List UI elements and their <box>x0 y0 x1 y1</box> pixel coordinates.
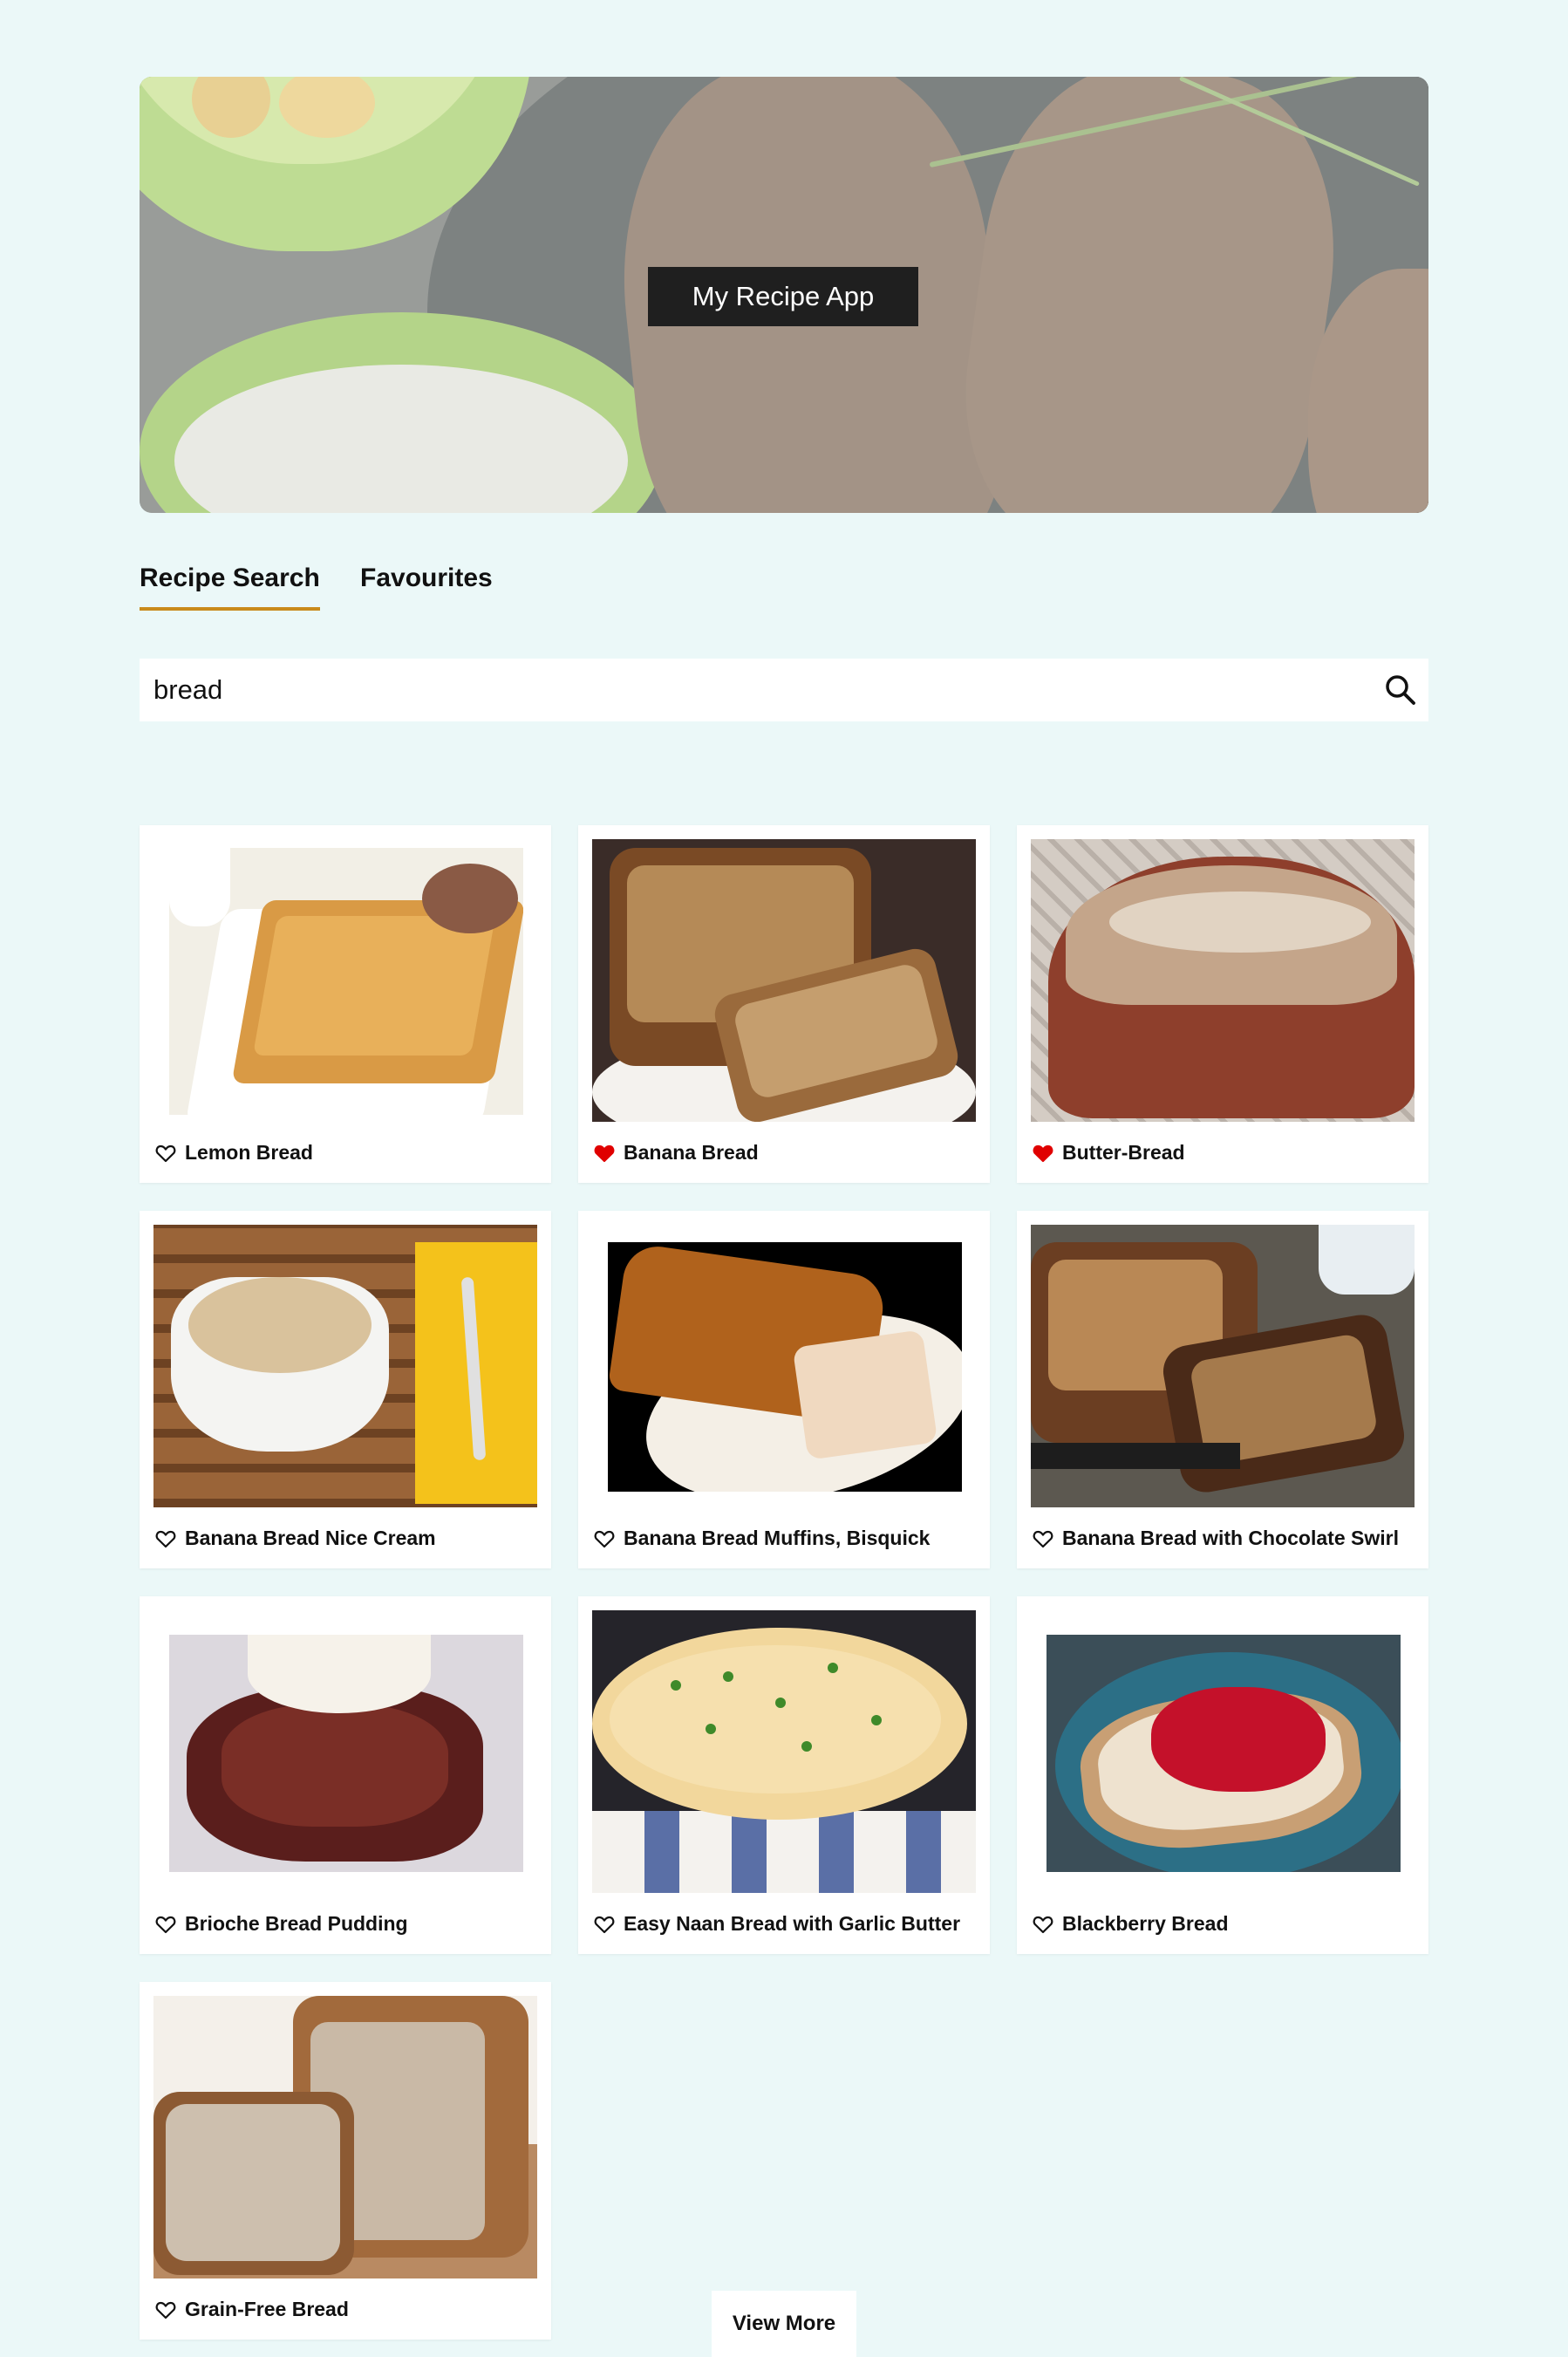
recipe-caption: Butter-Bread <box>1033 1141 1185 1165</box>
recipe-caption: Banana Bread Nice Cream <box>155 1527 436 1550</box>
recipe-card-banana-bread-chocolate-swirl[interactable]: Banana Bread with Chocolate Swirl <box>1017 1211 1428 1568</box>
page-container: My Recipe App Recipe Search Favourites L… <box>140 77 1428 2340</box>
recipe-caption: Brioche Bread Pudding <box>155 1912 408 1936</box>
recipe-caption: Lemon Bread <box>155 1141 313 1165</box>
search-bar <box>140 659 1428 721</box>
recipe-caption: Easy Naan Bread with Garlic Butter <box>594 1912 960 1936</box>
recipe-image <box>592 839 976 1122</box>
recipe-caption: Banana Bread with Chocolate Swirl <box>1033 1527 1399 1550</box>
recipe-card-blackberry-bread[interactable]: Blackberry Bread <box>1017 1596 1428 1954</box>
tab-recipe-search[interactable]: Recipe Search <box>140 564 320 611</box>
heart-outline-icon[interactable] <box>594 1529 615 1548</box>
recipe-title: Easy Naan Bread with Garlic Butter <box>624 1912 961 1935</box>
heart-outline-icon[interactable] <box>1033 1915 1053 1934</box>
recipe-title: Banana Bread Nice Cream <box>185 1527 436 1549</box>
recipe-title: Grain-Free Bread <box>185 2298 349 2320</box>
recipe-caption: Banana Bread Muffins, Bisquick <box>594 1527 930 1550</box>
recipe-card-lemon-bread[interactable]: Lemon Bread <box>140 825 551 1183</box>
recipe-image <box>169 1635 523 1872</box>
recipe-image <box>608 1242 962 1492</box>
heart-outline-icon[interactable] <box>155 2300 176 2319</box>
heart-filled-icon[interactable] <box>594 1144 615 1163</box>
app-title: My Recipe App <box>648 267 918 326</box>
recipe-title: Banana Bread with Chocolate Swirl <box>1062 1527 1399 1549</box>
recipe-card-brioche-bread-pudding[interactable]: Brioche Bread Pudding <box>140 1596 551 1954</box>
recipe-title: Lemon Bread <box>185 1141 313 1164</box>
recipe-image <box>592 1610 976 1893</box>
tab-favourites[interactable]: Favourites <box>360 564 493 593</box>
recipe-card-grain-free-bread[interactable]: Grain-Free Bread <box>140 1982 551 2340</box>
recipe-caption: Banana Bread <box>594 1141 759 1165</box>
recipe-image <box>1046 1635 1401 1872</box>
heart-outline-icon[interactable] <box>1033 1529 1053 1548</box>
recipe-title: Banana Bread Muffins, Bisquick <box>624 1527 931 1549</box>
recipe-image <box>1031 839 1415 1122</box>
recipe-card-butter-bread[interactable]: Butter-Bread <box>1017 825 1428 1183</box>
heart-outline-icon[interactable] <box>155 1529 176 1548</box>
heart-outline-icon[interactable] <box>155 1915 176 1934</box>
recipe-title: Blackberry Bread <box>1062 1912 1229 1935</box>
view-more-button[interactable]: View More <box>712 2291 856 2357</box>
recipe-card-banana-bread-nice-cream[interactable]: Banana Bread Nice Cream <box>140 1211 551 1568</box>
heart-filled-icon[interactable] <box>1033 1144 1053 1163</box>
recipe-card-easy-naan-bread[interactable]: Easy Naan Bread with Garlic Butter <box>578 1596 990 1954</box>
heart-outline-icon[interactable] <box>155 1144 176 1163</box>
recipe-image <box>153 1996 537 2278</box>
recipe-card-banana-bread[interactable]: Banana Bread <box>578 825 990 1183</box>
recipe-caption: Grain-Free Bread <box>155 2298 349 2321</box>
recipe-title: Brioche Bread Pudding <box>185 1912 408 1935</box>
recipe-image <box>153 1225 537 1507</box>
search-input[interactable] <box>140 659 1371 721</box>
search-icon[interactable] <box>1381 671 1420 709</box>
recipe-card-banana-bread-muffins[interactable]: Banana Bread Muffins, Bisquick <box>578 1211 990 1568</box>
recipe-title: Butter-Bread <box>1062 1141 1185 1164</box>
heart-outline-icon[interactable] <box>594 1915 615 1934</box>
recipe-image <box>1031 1225 1415 1507</box>
recipe-title: Banana Bread <box>624 1141 759 1164</box>
recipe-image <box>169 848 523 1115</box>
recipe-caption: Blackberry Bread <box>1033 1912 1229 1936</box>
hero-banner: My Recipe App <box>140 77 1428 513</box>
